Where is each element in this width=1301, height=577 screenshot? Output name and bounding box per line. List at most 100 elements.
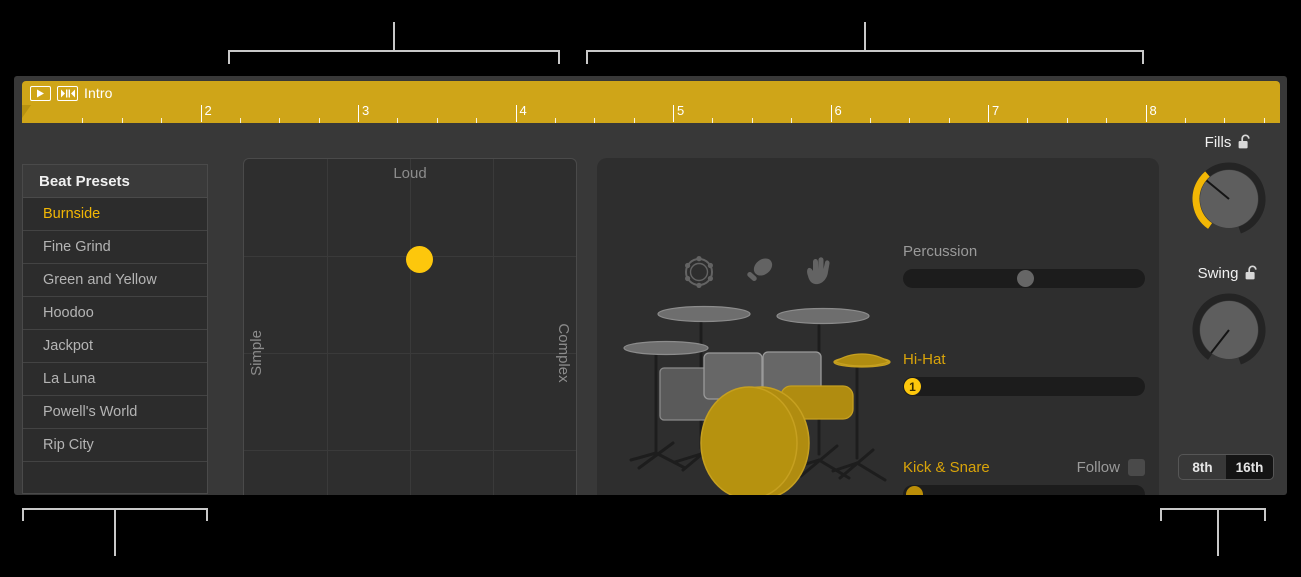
bar-number: 7	[992, 103, 1000, 118]
beat-tick	[279, 118, 281, 123]
playhead-marker[interactable]	[22, 105, 31, 118]
beat-tick	[791, 118, 793, 123]
follow-control: Follow	[1076, 458, 1145, 476]
preset-row[interactable]: La Luna	[23, 363, 207, 396]
slider-header: Kick & Snare Follow	[903, 457, 1145, 477]
xy-gridline	[493, 159, 494, 495]
ruler-ticks: 2 3 4 5 6 7 8	[22, 103, 1280, 123]
loop-region-icon[interactable]	[57, 85, 78, 101]
slider-track-kick-snare[interactable]	[903, 485, 1145, 495]
preset-row[interactable]: Rip City	[23, 429, 207, 462]
beat-tick	[948, 118, 950, 123]
play-icon[interactable]	[30, 85, 51, 101]
follow-label: Follow	[1076, 458, 1120, 476]
xy-performance-pad[interactable]: Loud Soft Simple Complex	[243, 158, 577, 495]
shaker-icon[interactable]	[741, 254, 777, 290]
beat-presets-header: Beat Presets	[23, 165, 207, 198]
beat-presets-list: Burnside Fine Grind Green and Yellow Hoodoo…	[23, 198, 207, 495]
preset-row[interactable]: Fine Grind	[23, 231, 207, 264]
beat-tick	[554, 118, 556, 123]
callout-bottom-right	[1160, 508, 1266, 556]
beat-tick	[1224, 118, 1226, 123]
percussion-icon-row	[681, 254, 837, 290]
follow-checkbox[interactable]	[1128, 458, 1145, 476]
bar-number: 6	[834, 103, 842, 118]
xy-label-loud: Loud	[393, 165, 427, 182]
beat-tick	[121, 118, 123, 123]
beat-tick	[633, 118, 635, 123]
xy-gridline	[327, 159, 328, 495]
preset-row[interactable]: Burnside	[23, 198, 207, 231]
beat-tick	[436, 118, 438, 123]
beat-presets-panel: Beat Presets Burnside Fine Grind Green and…	[22, 164, 208, 494]
swing-division-toggle[interactable]: 8th 16th	[1178, 454, 1274, 480]
preset-row[interactable]: Hoodoo	[23, 297, 207, 330]
xy-label-simple: Simple	[248, 330, 265, 376]
swing-division-8th[interactable]: 8th	[1179, 455, 1226, 479]
beat-tick	[161, 118, 163, 123]
beat-tick	[909, 118, 911, 123]
fills-knob[interactable]	[1188, 158, 1270, 240]
slider-thumb-percussion[interactable]	[1016, 270, 1034, 287]
fills-knob-group: Fills	[1171, 132, 1287, 240]
beat-tick	[1106, 118, 1108, 123]
drum-kit-illustration	[623, 305, 891, 495]
callout-bottom-left	[22, 508, 208, 556]
preset-row[interactable]: Green and Yellow	[23, 264, 207, 297]
preset-row[interactable]: Jackpot	[23, 330, 207, 363]
unlock-icon[interactable]	[1238, 134, 1253, 150]
swing-knob-group: Swing	[1171, 263, 1287, 371]
slider-thumb-hihat[interactable]: 1	[904, 378, 921, 395]
beat-tick	[869, 118, 871, 123]
swing-title: Swing	[1171, 263, 1287, 283]
region-ruler[interactable]: Intro 2 3 4 5 6 7 8	[22, 81, 1280, 123]
slider-label-percussion: Percussion	[903, 242, 978, 260]
region-header: Intro	[22, 81, 1280, 105]
performance-knobs: Fills Swing 8th 16th	[1171, 132, 1287, 495]
beat-tick	[239, 118, 241, 123]
beat-tick	[318, 118, 320, 123]
slider-header: Percussion	[903, 241, 1145, 261]
slider-thumb-kick-snare[interactable]	[906, 486, 924, 495]
bar-number: 4	[519, 103, 527, 118]
screenshot-stage: Intro 2 3 4 5 6 7 8 Beat Presets Burnside Fine …	[0, 0, 1301, 577]
drum-kit-panel: Percussion Hi-Hat 1 Kick & Snare Follow	[597, 158, 1159, 495]
hand-clap-icon[interactable]	[801, 254, 837, 290]
beat-tick	[1027, 118, 1029, 123]
xy-grid	[244, 159, 576, 495]
slider-label-hihat: Hi-Hat	[903, 350, 946, 368]
callout-top-right	[586, 22, 1144, 64]
beat-tick	[397, 118, 399, 123]
unlock-icon[interactable]	[1245, 265, 1260, 281]
fills-label: Fills	[1204, 133, 1232, 151]
xy-gridline	[244, 450, 576, 451]
beat-tick	[1184, 118, 1186, 123]
drummer-editor-window: Intro 2 3 4 5 6 7 8 Beat Presets Burnside Fine …	[14, 76, 1287, 495]
region-name: Intro	[84, 85, 113, 101]
slider-kick-snare: Kick & Snare Follow	[903, 457, 1145, 495]
swing-label: Swing	[1197, 264, 1239, 282]
slider-label-kick-snare: Kick & Snare	[903, 458, 990, 476]
beat-tick	[594, 118, 596, 123]
xy-gridline	[410, 159, 411, 495]
slider-track-percussion[interactable]	[903, 269, 1145, 288]
slider-header: Hi-Hat	[903, 349, 1145, 369]
beat-tick	[751, 118, 753, 123]
preset-row[interactable]: Powell's World	[23, 396, 207, 429]
callout-top-left	[228, 22, 560, 64]
bar-number: 5	[677, 103, 685, 118]
slider-percussion: Percussion	[903, 241, 1145, 288]
swing-division-16th[interactable]: 16th	[1226, 455, 1273, 479]
beat-tick	[712, 118, 714, 123]
fills-title: Fills	[1171, 132, 1287, 152]
slider-track-hihat[interactable]: 1	[903, 377, 1145, 396]
beat-tick	[1066, 118, 1068, 123]
xy-label-complex: Complex	[555, 323, 572, 383]
tambourine-icon[interactable]	[681, 254, 717, 290]
xy-gridline	[244, 353, 576, 354]
swing-knob[interactable]	[1188, 289, 1270, 371]
bar-number: 3	[362, 103, 370, 118]
beat-tick	[476, 118, 478, 123]
slider-hihat: Hi-Hat 1	[903, 349, 1145, 396]
beat-tick	[82, 118, 84, 123]
